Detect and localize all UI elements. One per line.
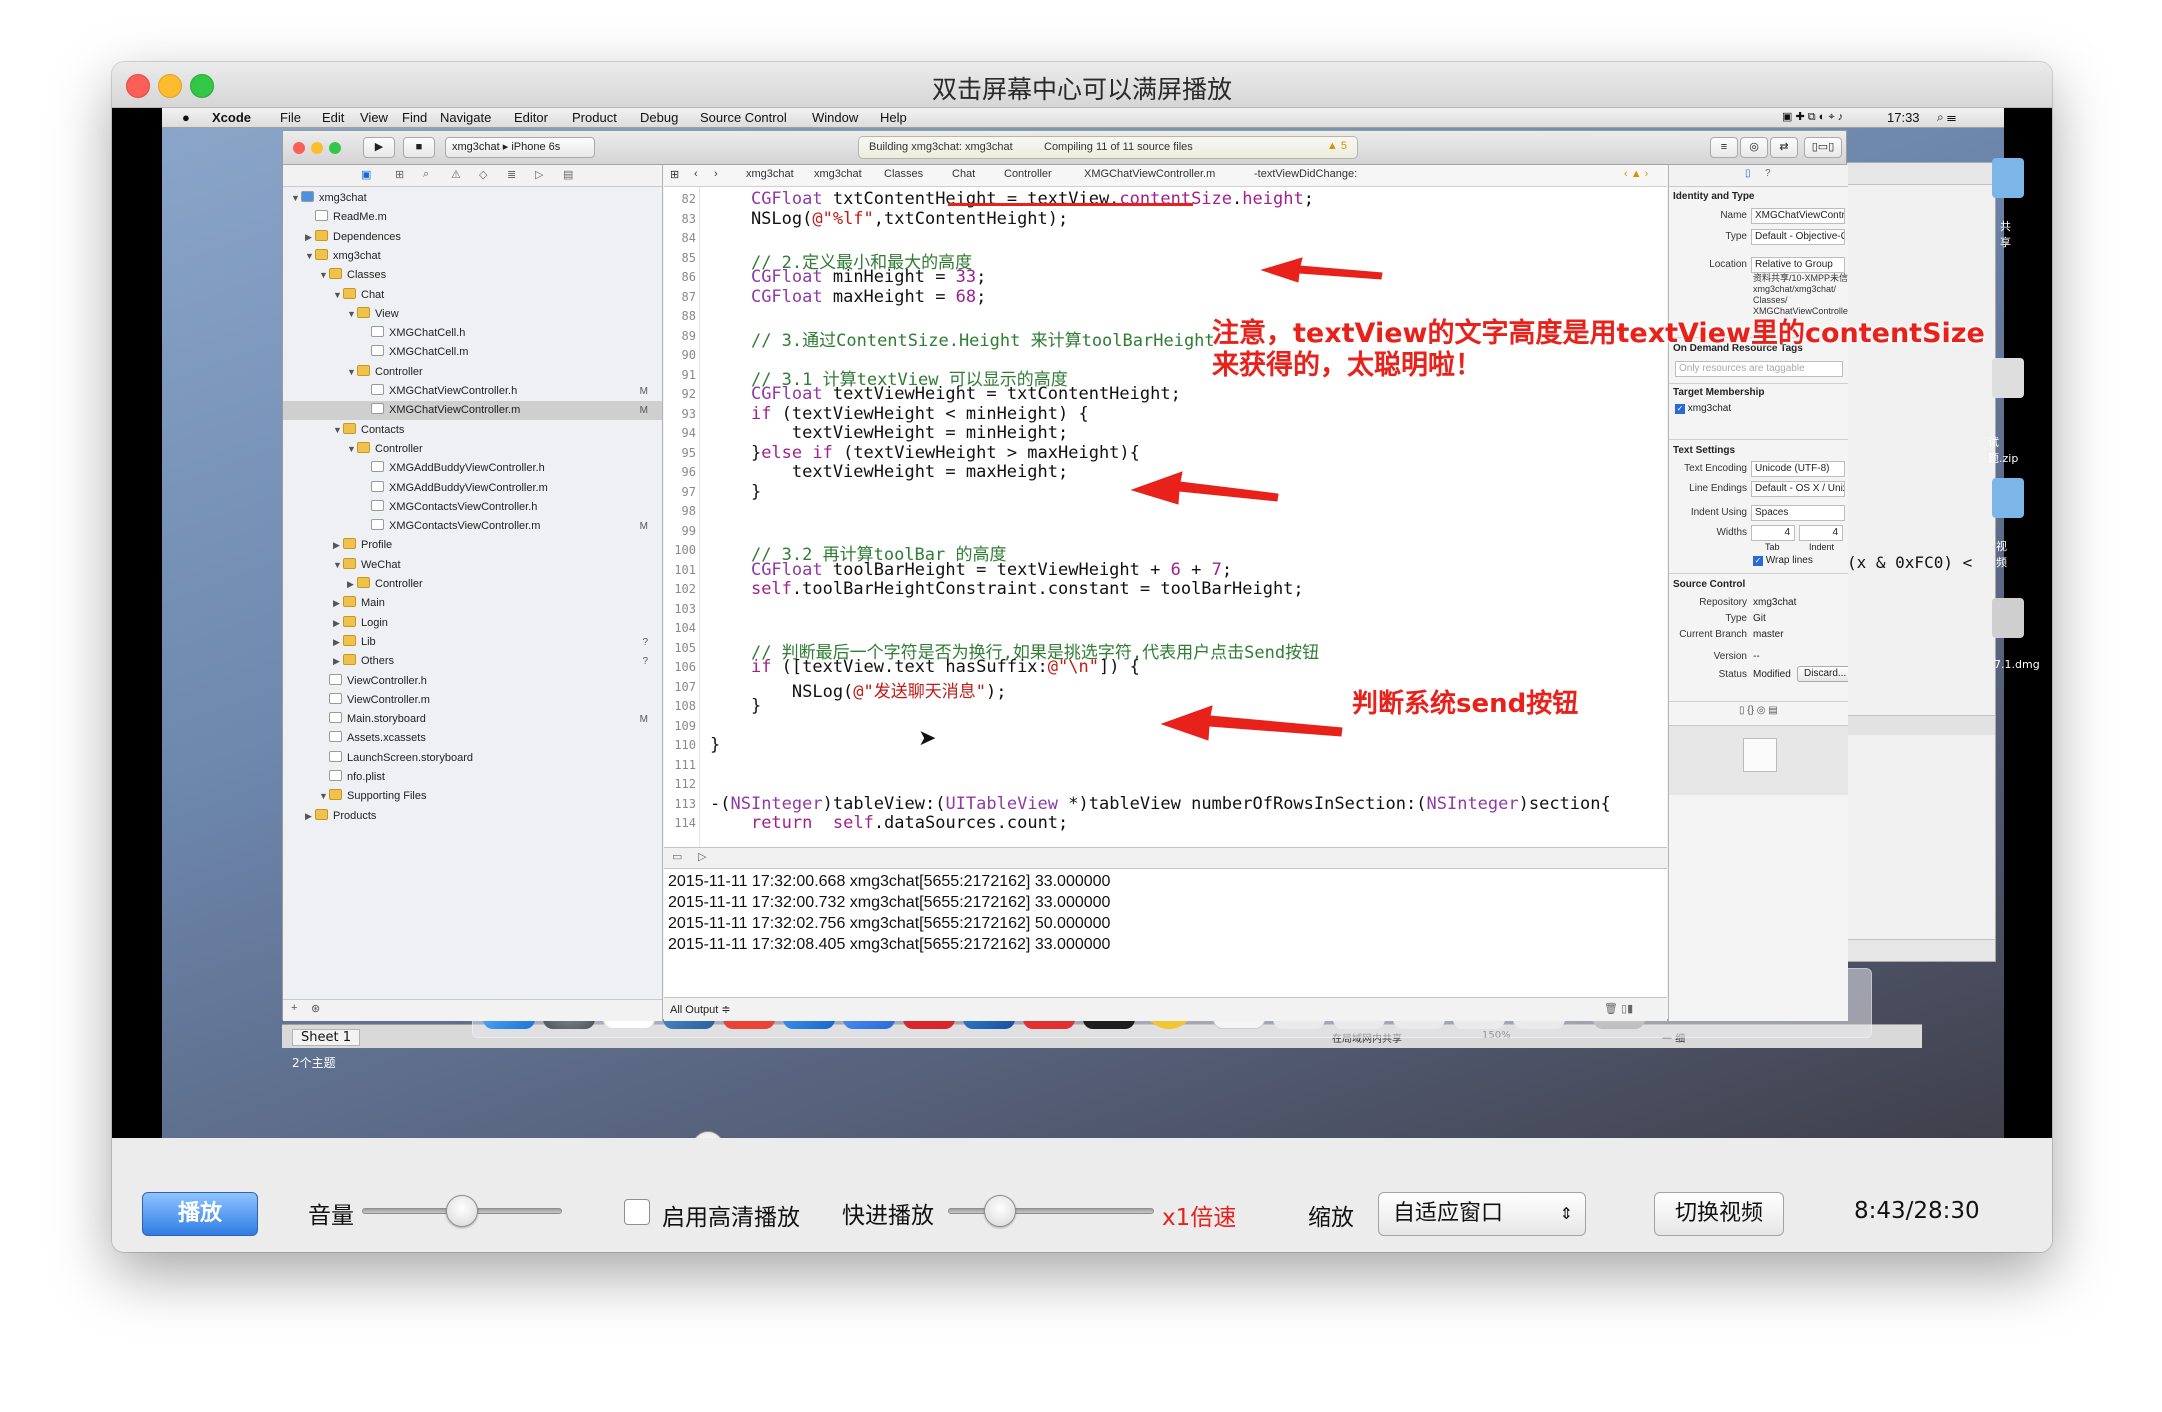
arrow-3 — [1160, 705, 1343, 741]
window-titlebar: 双击屏幕中心可以满屏播放 — [112, 62, 2052, 108]
speed-label: 快进播放 — [842, 1203, 934, 1229]
zoom-value: 自适应窗口 — [1393, 1201, 1504, 1226]
zoom-select[interactable]: 自适应窗口 ⇕ — [1378, 1192, 1586, 1236]
time-display: 8:43/28:30 — [1854, 1198, 1980, 1224]
desktop-background: ● Xcode File Edit View Find Navigate Edi… — [162, 108, 2040, 1138]
speed-slider[interactable] — [948, 1208, 1154, 1214]
speed-value: x1倍速 — [1162, 1205, 1237, 1231]
video-area[interactable]: ● Xcode File Edit View Find Navigate Edi… — [112, 108, 2052, 1138]
player-window: 双击屏幕中心可以满屏播放 ● Xcode File Edit View Find… — [112, 62, 2052, 1252]
switch-video-button[interactable]: 切换视频 — [1654, 1192, 1784, 1236]
hd-label: 启用高清播放 — [662, 1205, 800, 1231]
arrow-1 — [1260, 257, 1383, 283]
play-button[interactable]: 播放 — [142, 1192, 258, 1236]
zoom-label: 缩放 — [1308, 1205, 1354, 1231]
hd-checkbox[interactable] — [624, 1199, 650, 1225]
volume-knob[interactable] — [446, 1195, 478, 1227]
speed-knob[interactable] — [983, 1195, 1016, 1227]
window-title: 双击屏幕中心可以满屏播放 — [931, 75, 1232, 104]
annotation-arrows — [1130, 257, 1383, 741]
arrow-2 — [1130, 471, 1279, 505]
select-arrows-icon: ⇕ — [1559, 1204, 1573, 1223]
volume-label: 音量 — [308, 1203, 354, 1229]
